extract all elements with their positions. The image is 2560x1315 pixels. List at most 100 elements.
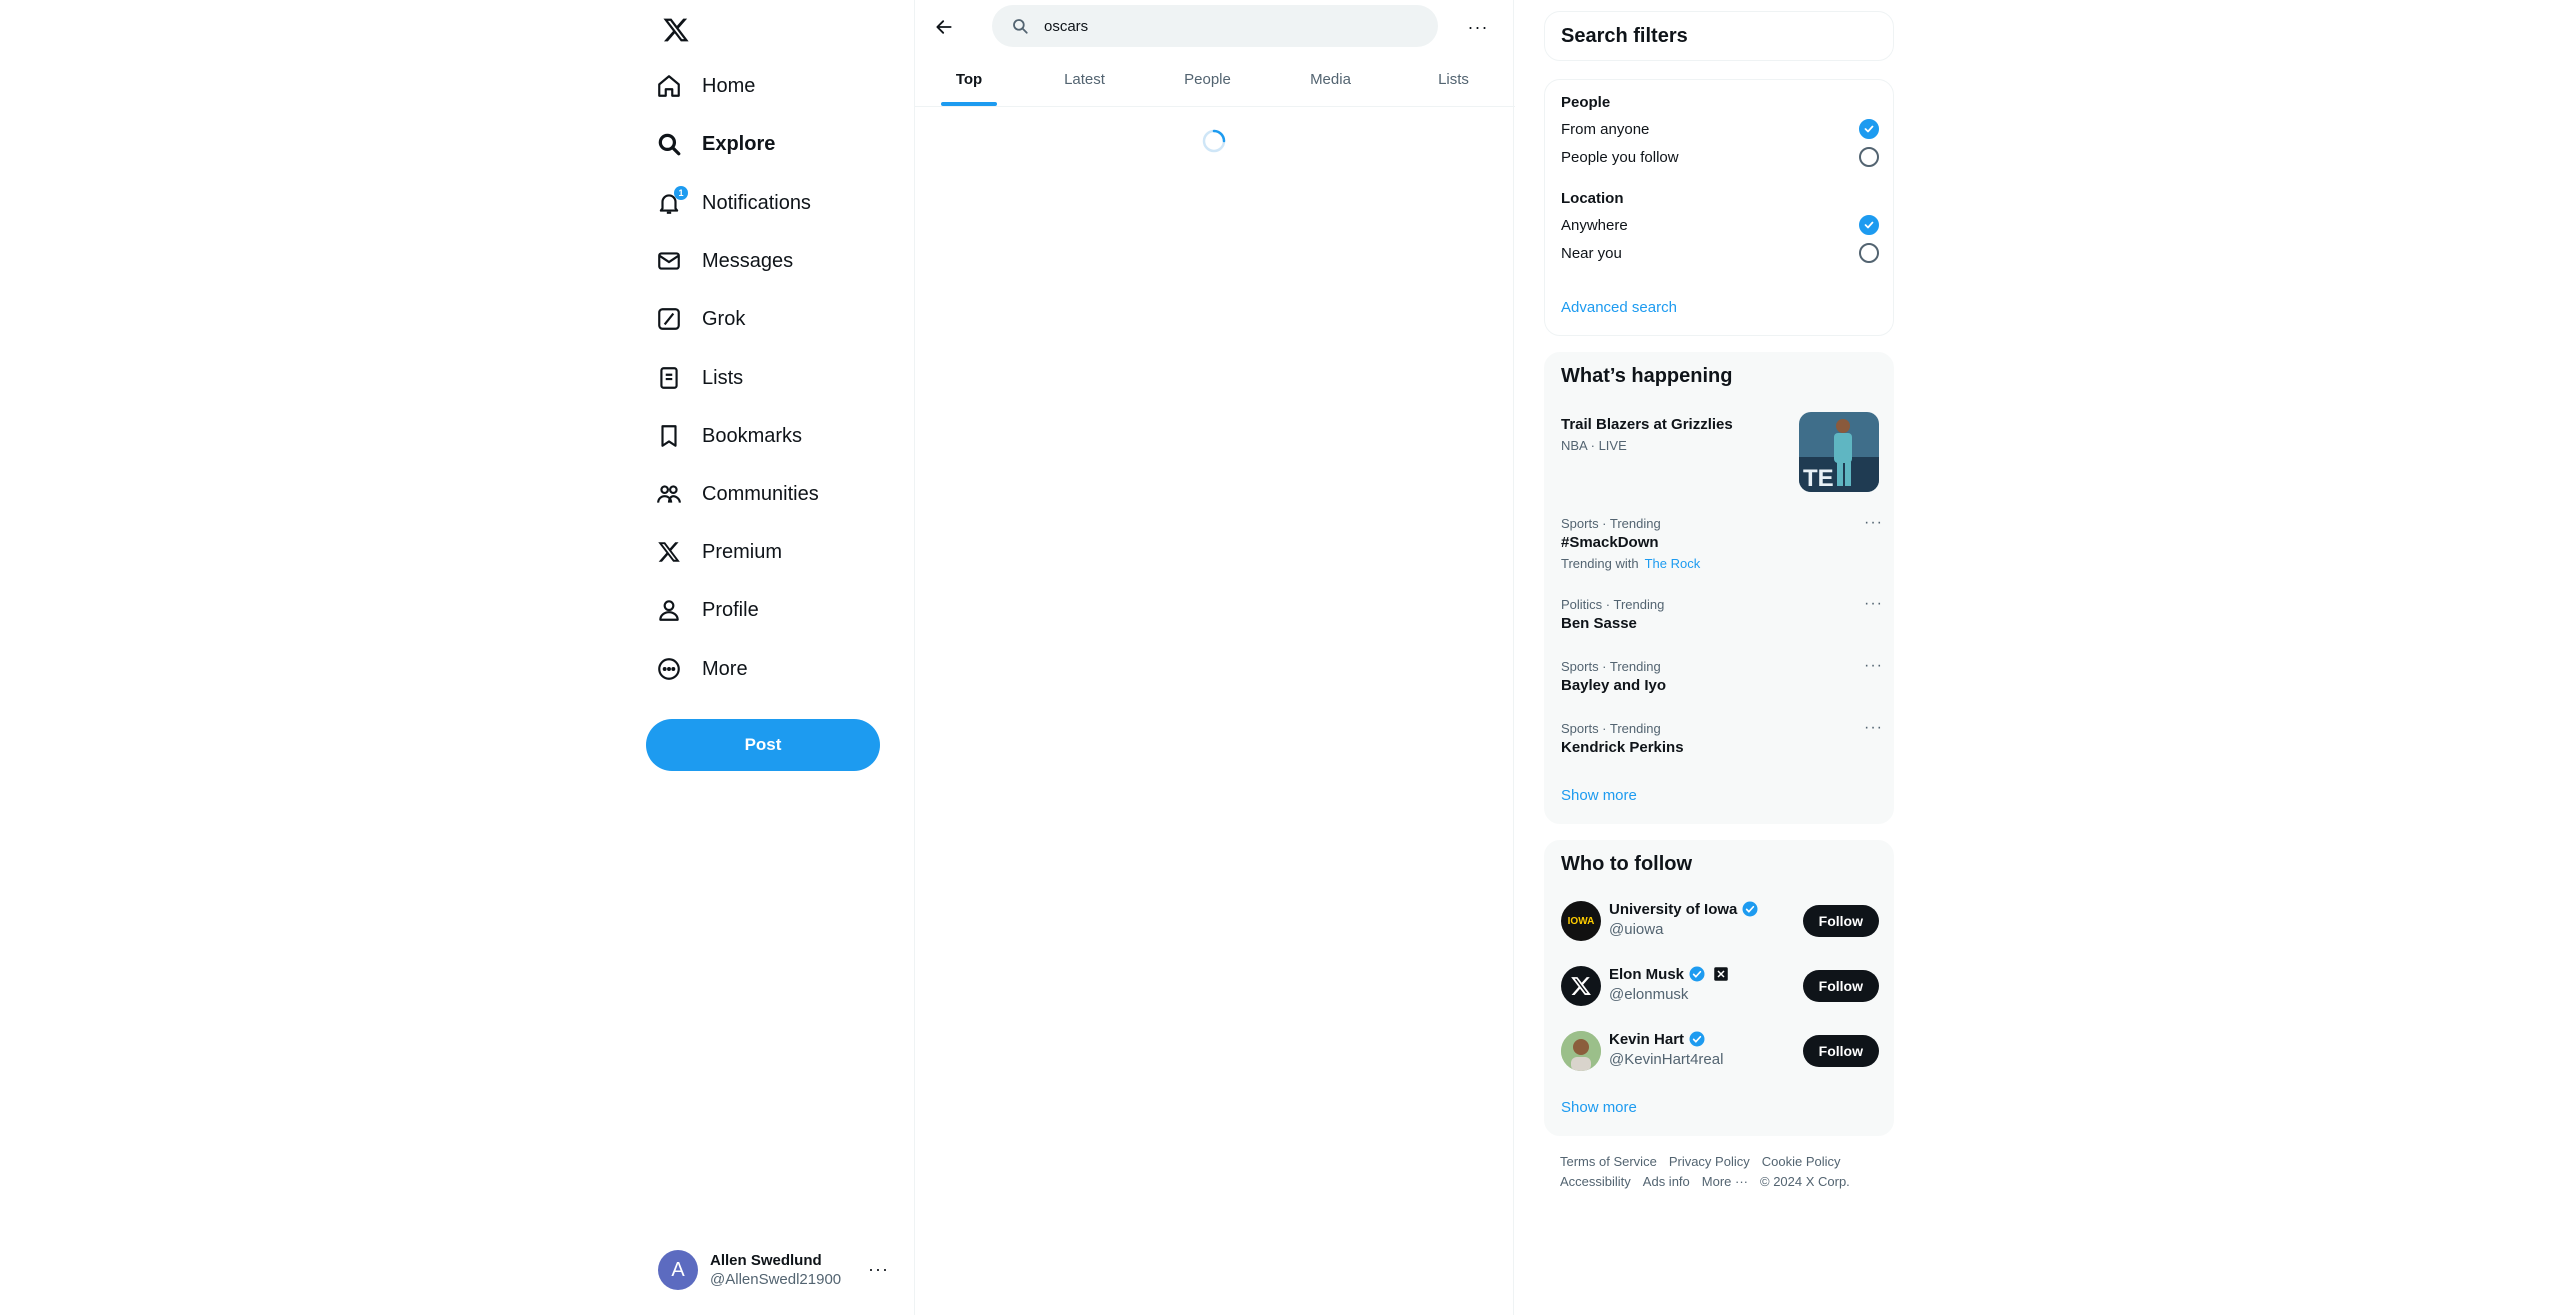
follow-button[interactable]: Follow — [1802, 970, 1879, 1002]
x-logo-icon[interactable] — [656, 10, 696, 50]
nav-label: Grok — [702, 307, 746, 330]
nav-item-lists[interactable]: Lists — [656, 353, 743, 403]
post-button[interactable]: Post — [646, 719, 880, 771]
back-arrow-icon[interactable] — [929, 12, 959, 42]
tab-media[interactable]: Media — [1269, 53, 1392, 106]
verified-badge-icon — [1689, 1031, 1705, 1047]
advanced-search-link[interactable]: Advanced search — [1561, 299, 1677, 316]
account-switcher[interactable]: A Allen Swedlund @AllenSwedl21900 ··· — [640, 1245, 895, 1295]
list-icon — [656, 365, 682, 391]
nav-item-notifications[interactable]: 1 Notifications — [656, 178, 811, 228]
nav-item-profile[interactable]: Profile — [656, 585, 759, 635]
left-nav: Home Explore 1 Notifications Messages Gr… — [640, 0, 915, 1315]
follow-name-row: Kevin Hart — [1609, 1030, 1723, 1048]
radio-unchecked-icon[interactable] — [1859, 243, 1879, 263]
who-to-follow-title: Who to follow — [1561, 853, 1693, 875]
follow-suggestion[interactable]: Kevin Hart @KevinHart4real Follow — [1545, 1019, 1895, 1084]
main-column: ··· Top Latest People Media Lists — [914, 0, 1515, 1315]
trend-name: #SmackDown — [1561, 534, 1659, 551]
trend-name: Bayley and Iyo — [1561, 677, 1667, 694]
trend-item[interactable]: Sports · Trending #SmackDown Trending wi… — [1545, 510, 1895, 580]
follow-name: University of Iowa — [1609, 900, 1738, 918]
terms-link[interactable]: Terms of Service — [1560, 1154, 1657, 1169]
trend-meta: Sports · Trending — [1561, 659, 1661, 674]
tab-people[interactable]: People — [1146, 53, 1269, 106]
filter-label: From anyone — [1561, 120, 1650, 138]
trend-item[interactable]: Politics · Trending Ben Sasse ··· — [1545, 591, 1895, 647]
filter-label: Anywhere — [1561, 216, 1628, 234]
tab-top[interactable]: Top — [915, 53, 1023, 106]
bookmark-icon — [656, 423, 682, 449]
nav-item-home[interactable]: Home — [656, 61, 755, 111]
footer-line: Accessibility Ads info More ··· © 2024 X Co… — [1560, 1172, 1890, 1192]
radio-checked-icon[interactable] — [1859, 215, 1879, 235]
accessibility-link[interactable]: Accessibility — [1560, 1174, 1631, 1189]
trend-meta: Sports · Trending — [1561, 721, 1661, 736]
trend-thumbnail: TE — [1799, 412, 1879, 492]
trend-meta: Sports · Trending — [1561, 516, 1661, 531]
trend-name: Trail Blazers at Grizzlies — [1561, 416, 1733, 433]
search-box[interactable] — [992, 5, 1438, 47]
trend-with: Trending with The Rock — [1561, 556, 1700, 571]
trend-item[interactable]: Sports · Trending Kendrick Perkins ··· — [1545, 715, 1895, 771]
trend-name: Kendrick Perkins — [1561, 739, 1684, 756]
privacy-link[interactable]: Privacy Policy — [1669, 1154, 1750, 1169]
more-icon[interactable]: ··· — [1864, 595, 1883, 613]
verified-badge-icon — [1742, 901, 1758, 917]
tab-latest[interactable]: Latest — [1023, 53, 1146, 106]
filter-anywhere[interactable]: Anywhere — [1561, 215, 1879, 235]
envelope-icon — [656, 248, 682, 274]
more-icon[interactable]: ··· — [1463, 12, 1493, 42]
filter-near-you[interactable]: Near you — [1561, 243, 1879, 263]
search-input[interactable] — [1044, 17, 1404, 35]
nav-item-communities[interactable]: Communities — [656, 469, 819, 519]
nav-item-messages[interactable]: Messages — [656, 236, 793, 286]
nav-item-bookmarks[interactable]: Bookmarks — [656, 411, 802, 461]
follow-name-row: Elon Musk — [1609, 965, 1730, 983]
more-icon[interactable]: ··· — [868, 1259, 889, 1280]
more-icon[interactable]: ··· — [1864, 514, 1883, 532]
copyright: © 2024 X Corp. — [1760, 1174, 1850, 1189]
nav-item-explore[interactable]: Explore — [656, 119, 775, 169]
footer-more-link[interactable]: More ··· — [1702, 1174, 1748, 1189]
follow-name: Elon Musk — [1609, 965, 1685, 983]
radio-unchecked-icon[interactable] — [1859, 147, 1879, 167]
search-filters-header: Search filters — [1544, 11, 1894, 61]
follow-suggestion[interactable]: IOWA University of Iowa @uiowa Follow — [1545, 889, 1895, 954]
follow-handle: @uiowa — [1609, 921, 1664, 938]
trend-item[interactable]: Sports · Trending Bayley and Iyo ··· — [1545, 653, 1895, 709]
nav-label: More — [702, 657, 748, 680]
avatar — [1561, 1031, 1601, 1071]
search-tabs: Top Latest People Media Lists — [915, 53, 1515, 107]
filter-from-anyone[interactable]: From anyone — [1561, 119, 1879, 139]
notification-badge: 1 — [674, 186, 688, 200]
ads-info-link[interactable]: Ads info — [1643, 1174, 1690, 1189]
more-icon[interactable]: ··· — [1864, 657, 1883, 675]
search-filters-card: People From anyone People you follow Loc… — [1544, 79, 1894, 336]
footer-links: Terms of Service Privacy Policy Cookie Pol… — [1560, 1152, 1890, 1192]
people-icon — [656, 481, 682, 507]
nav-label: Profile — [702, 598, 759, 621]
cookie-link[interactable]: Cookie Policy — [1762, 1154, 1841, 1169]
filter-people-you-follow[interactable]: People you follow — [1561, 147, 1879, 167]
radio-checked-icon[interactable] — [1859, 119, 1879, 139]
follow-suggestion[interactable]: Elon Musk @elonmusk Follow — [1545, 954, 1895, 1019]
tab-lists[interactable]: Lists — [1392, 53, 1515, 106]
trend-with-link[interactable]: The Rock — [1645, 556, 1701, 571]
home-icon — [656, 73, 682, 99]
show-more-link[interactable]: Show more — [1561, 787, 1637, 804]
nav-label: Explore — [702, 132, 776, 155]
person-icon — [656, 597, 682, 623]
trend-name: Ben Sasse — [1561, 615, 1637, 632]
trend-featured[interactable]: Trail Blazers at Grizzlies NBA · LIVE TE — [1545, 403, 1895, 493]
nav-item-premium[interactable]: Premium — [656, 527, 782, 577]
follow-handle: @KevinHart4real — [1609, 1051, 1724, 1068]
loading-spinner-icon — [1201, 128, 1227, 154]
nav-item-grok[interactable]: Grok — [656, 294, 745, 344]
follow-button[interactable]: Follow — [1802, 905, 1879, 937]
nav-item-more[interactable]: More — [656, 644, 748, 694]
more-icon[interactable]: ··· — [1864, 719, 1883, 737]
whats-happening-card: What’s happening Trail Blazers at Grizzl… — [1544, 352, 1894, 824]
show-more-link[interactable]: Show more — [1561, 1099, 1637, 1116]
follow-button[interactable]: Follow — [1802, 1035, 1879, 1067]
